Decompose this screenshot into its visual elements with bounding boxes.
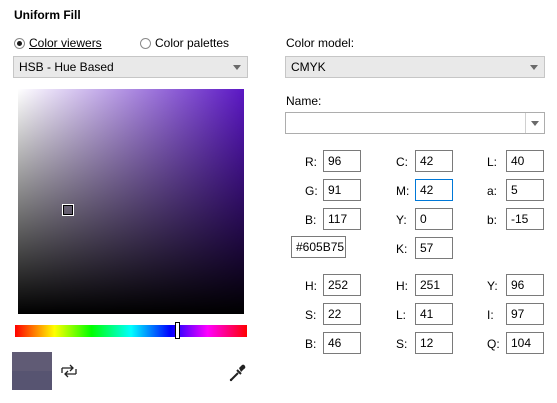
lab-l-label: L: — [487, 155, 498, 169]
name-dropdown-button[interactable] — [525, 113, 544, 133]
b-field[interactable]: 117 — [323, 208, 361, 230]
hue-slider-handle[interactable] — [175, 322, 180, 339]
color-model-label: Color model: — [286, 36, 355, 50]
yiq-q-field[interactable]: 104 — [506, 332, 544, 354]
hue-slider-track[interactable] — [15, 325, 247, 337]
g-field[interactable]: 91 — [323, 179, 361, 201]
radio-unselected-icon — [140, 37, 151, 49]
r-field[interactable]: 96 — [323, 150, 361, 172]
hex-field[interactable]: #605B75 — [291, 236, 346, 258]
viewer-type-value: HSB - Hue Based — [19, 60, 114, 74]
reference-color-swatch — [12, 371, 52, 390]
hsb-s-field[interactable]: 22 — [323, 303, 361, 325]
hsb-b-label: B: — [305, 337, 317, 351]
m-field[interactable]: 42 — [415, 179, 453, 201]
color-picker-cursor[interactable] — [62, 204, 74, 216]
lab-l-field[interactable]: 40 — [506, 150, 544, 172]
hls-s-label: S: — [396, 337, 408, 351]
yiq-i-label: I: — [487, 308, 494, 322]
color-model-value: CMYK — [291, 60, 326, 74]
color-palettes-label: Color palettes — [155, 36, 230, 50]
chevron-down-icon — [233, 65, 241, 70]
hsb-s-label: S: — [305, 308, 317, 322]
name-input[interactable] — [285, 112, 545, 134]
color-viewers-label: Color viewers — [29, 36, 102, 50]
yiq-q-label: Q: — [487, 337, 500, 351]
name-label: Name: — [286, 94, 322, 108]
color-palettes-radio[interactable]: Color palettes — [140, 34, 229, 52]
m-label: M: — [396, 184, 410, 198]
color-model-select[interactable]: CMYK — [285, 56, 545, 78]
r-label: R: — [305, 155, 317, 169]
saturation-brightness-field[interactable] — [18, 89, 244, 314]
hls-h-field[interactable]: 251 — [415, 274, 453, 296]
y-label: Y: — [396, 213, 407, 227]
k-field[interactable]: 57 — [415, 237, 453, 259]
yiq-y-label: Y: — [487, 279, 498, 293]
y-field[interactable]: 0 — [415, 208, 453, 230]
hls-h-label: H: — [396, 279, 408, 293]
hsb-b-field[interactable]: 46 — [323, 332, 361, 354]
lab-a-label: a: — [487, 184, 498, 198]
hls-l-field[interactable]: 41 — [415, 303, 453, 325]
c-field[interactable]: 42 — [415, 150, 453, 172]
swap-arrows-icon[interactable] — [60, 362, 78, 380]
hls-s-field[interactable]: 12 — [415, 332, 453, 354]
radio-selected-icon — [14, 37, 25, 49]
hls-l-label: L: — [396, 308, 407, 322]
hsb-h-label: H: — [305, 279, 317, 293]
eyedropper-icon[interactable] — [228, 363, 246, 383]
c-label: C: — [396, 155, 408, 169]
new-color-swatch — [12, 352, 52, 371]
dialog-title: Uniform Fill — [14, 8, 81, 22]
yiq-i-field[interactable]: 97 — [506, 303, 544, 325]
yiq-y-field[interactable]: 96 — [506, 274, 544, 296]
k-label: K: — [396, 242, 408, 256]
lab-b-field[interactable]: -15 — [506, 208, 544, 230]
g-label: G: — [305, 184, 318, 198]
chevron-down-icon — [531, 121, 539, 126]
hsb-h-field[interactable]: 252 — [323, 274, 361, 296]
chevron-down-icon — [530, 65, 538, 70]
viewer-type-select[interactable]: HSB - Hue Based — [13, 56, 248, 78]
b-label: B: — [305, 213, 317, 227]
color-viewers-radio[interactable]: Color viewers — [14, 34, 102, 52]
lab-b-label: b: — [487, 213, 498, 227]
lab-a-field[interactable]: 5 — [506, 179, 544, 201]
